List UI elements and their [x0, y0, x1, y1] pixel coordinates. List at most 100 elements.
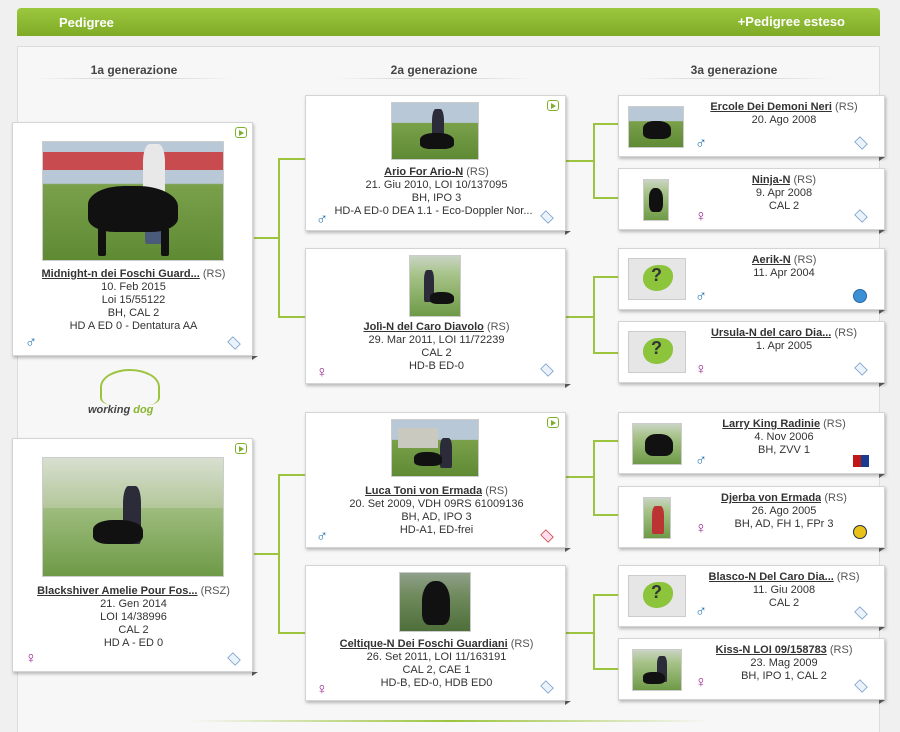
gen2-label: 2a generazione [390, 63, 478, 77]
card-shadow-arrow [252, 356, 258, 360]
dog-birth-date: 20. Ago 2008 [751, 114, 817, 126]
dog-name-link[interactable]: Blasco-N Del Caro Dia... [709, 571, 834, 584]
no-photo-placeholder[interactable]: ? [628, 258, 686, 300]
dog-card[interactable]: Djerba von Ermada (RS) 26. Ago 2005 BH, … [618, 486, 885, 548]
male-icon: ♂ [316, 528, 328, 545]
dog-name-link[interactable]: Ursula-N del caro Dia... [711, 327, 831, 340]
dog-card[interactable]: Celtique-N Dei Foschi Guardiani (RS) 26.… [305, 565, 566, 701]
dog-name-link[interactable]: Djerba von Ermada [721, 492, 821, 505]
registry-code: (RS) [829, 644, 853, 656]
dog-photo[interactable] [42, 141, 224, 261]
registry-code: (RS) [836, 571, 860, 583]
dog-name-link[interactable]: Ninja-N [752, 174, 791, 187]
video-icon[interactable] [235, 127, 247, 138]
gen3-label: 3a generazione [690, 63, 778, 77]
dog-card-dam[interactable]: Blackshiver Amelie Pour Fos... (RSZ) 21.… [12, 438, 253, 672]
dog-card[interactable]: ? Aerik-N (RS) 11. Apr 2004 ♂ [618, 248, 885, 310]
dog-photo[interactable] [399, 572, 471, 632]
dog-name-link[interactable]: Celtique-N Dei Foschi Guardiani [340, 638, 508, 651]
no-photo-placeholder[interactable]: ? [628, 575, 686, 617]
dog-name-link[interactable]: Larry King Radinie [722, 418, 820, 431]
dog-birth-date: 26. Ago 2005 [751, 505, 817, 517]
dog-photo[interactable] [391, 102, 479, 160]
dog-photo[interactable] [391, 419, 479, 477]
dog-name-link[interactable]: Ario For Ario-N [384, 166, 463, 179]
dog-card[interactable]: Luca Toni von Ermada (RS) 20. Set 2009, … [305, 412, 566, 548]
connector [566, 632, 594, 634]
dog-registration: Loi 15/55122 [101, 294, 166, 306]
flag-badge-icon[interactable] [853, 455, 869, 467]
dog-card[interactable]: Ario For Ario-N (RS) 21. Giu 2010, LOI 1… [305, 95, 566, 231]
registry-badge-icon[interactable] [227, 336, 241, 350]
dog-name-link[interactable]: Ercole Dei Demoni Neri [710, 101, 832, 114]
video-icon[interactable] [547, 417, 559, 428]
card-shadow-arrow [879, 230, 885, 234]
dog-name-link[interactable]: Blackshiver Amelie Pour Fos... [37, 585, 197, 598]
dog-name-link[interactable]: Aerik-N [752, 254, 791, 267]
card-shadow-arrow [252, 672, 258, 676]
registry-badge-icon[interactable] [854, 136, 868, 150]
connector [278, 632, 305, 634]
logo-word-dog: dog [133, 404, 154, 416]
dog-name-link[interactable]: Midnight-n dei Foschi Guard... [42, 268, 200, 281]
no-photo-placeholder[interactable]: ? [628, 331, 686, 373]
registry-code: (RS) [793, 174, 817, 186]
dog-titles: BH, IPO 3 [411, 192, 462, 204]
registry-badge-icon[interactable] [227, 652, 241, 666]
gen3-divider [634, 78, 834, 79]
female-icon: ♀ [695, 361, 707, 378]
dog-photo[interactable] [643, 179, 669, 221]
dog-name-link[interactable]: Jolì-N del Caro Diavolo [363, 321, 483, 334]
registry-code: (RS) [486, 321, 510, 333]
extended-pedigree-link[interactable]: +Pedigree esteso [738, 14, 845, 29]
dog-photo[interactable] [409, 255, 461, 317]
video-icon[interactable] [547, 100, 559, 111]
dog-info: Luca Toni von Ermada (RS) 20. Set 2009, … [306, 485, 567, 537]
registry-code: (RS) [485, 485, 508, 497]
female-icon: ♀ [316, 364, 328, 381]
female-icon: ♀ [695, 208, 707, 225]
pedigree-title: Pedigree [59, 15, 114, 30]
dog-card[interactable]: Ercole Dei Demoni Neri (RS) 20. Ago 2008… [618, 95, 885, 157]
connector [254, 237, 279, 239]
pedigree-header: Pedigree +Pedigree esteso [17, 8, 880, 36]
dog-card[interactable]: Kiss-N LOI 09/158783 (RS) 23. Mag 2009 B… [618, 638, 885, 700]
dog-info: Ario For Ario-N (RS) 21. Giu 2010, LOI 1… [306, 166, 567, 218]
dog-birth-date: 21. Gen 2014 [100, 598, 167, 610]
dog-name-link[interactable]: Kiss-N LOI 09/158783 [716, 644, 827, 657]
video-icon[interactable] [235, 443, 247, 454]
dog-titles: BH, IPO 1, CAL 2 [741, 670, 827, 682]
dog-health: HD A ED 0 - Dentatura AA [69, 320, 198, 332]
connector [593, 668, 618, 670]
connector [593, 276, 595, 354]
card-shadow-arrow [565, 384, 571, 388]
dog-birth-date: 11. Giu 2008 [752, 584, 816, 596]
dog-photo[interactable] [643, 497, 671, 539]
male-icon: ♂ [695, 288, 707, 305]
dog-photo[interactable] [628, 106, 684, 148]
registry-code: (RS) [793, 254, 817, 266]
dog-name-link[interactable]: Luca Toni von Ermada [365, 485, 482, 498]
dog-card[interactable]: Larry King Radinie (RS) 4. Nov 2006 BH, … [618, 412, 885, 474]
connector [593, 440, 595, 516]
club-badge-icon[interactable] [853, 525, 867, 539]
dog-titles: CAL 2 [768, 200, 800, 212]
dog-card[interactable]: Jolì-N del Caro Diavolo (RS) 29. Mar 201… [305, 248, 566, 384]
dog-card[interactable]: ? Blasco-N Del Caro Dia... (RS) 11. Giu … [618, 565, 885, 627]
dog-health: HD-B ED-0 [408, 360, 464, 372]
gen2-divider [334, 78, 534, 79]
fci-badge-icon[interactable] [853, 289, 867, 303]
logo-word-working: working [88, 404, 131, 416]
dog-card[interactable]: ? Ursula-N del caro Dia... (RS) 1. Apr 2… [618, 321, 885, 383]
dog-photo[interactable] [42, 457, 224, 577]
dog-card[interactable]: Ninja-N (RS) 9. Apr 2008 CAL 2 ♀ [618, 168, 885, 230]
card-shadow-arrow [879, 474, 885, 478]
dog-photo[interactable] [632, 649, 682, 691]
dog-info: Ercole Dei Demoni Neri (RS) 20. Ago 2008 [689, 101, 879, 127]
dog-health: HD A - ED 0 [103, 637, 164, 649]
registry-badge-icon[interactable] [854, 362, 868, 376]
dog-birth-registration: 21. Giu 2010, LOI 10/137095 [365, 179, 508, 191]
dog-card-sire[interactable]: Midnight-n dei Foschi Guard... (RS) 10. … [12, 122, 253, 356]
dog-photo[interactable] [632, 423, 682, 465]
registry-code: (RS) [834, 327, 858, 339]
